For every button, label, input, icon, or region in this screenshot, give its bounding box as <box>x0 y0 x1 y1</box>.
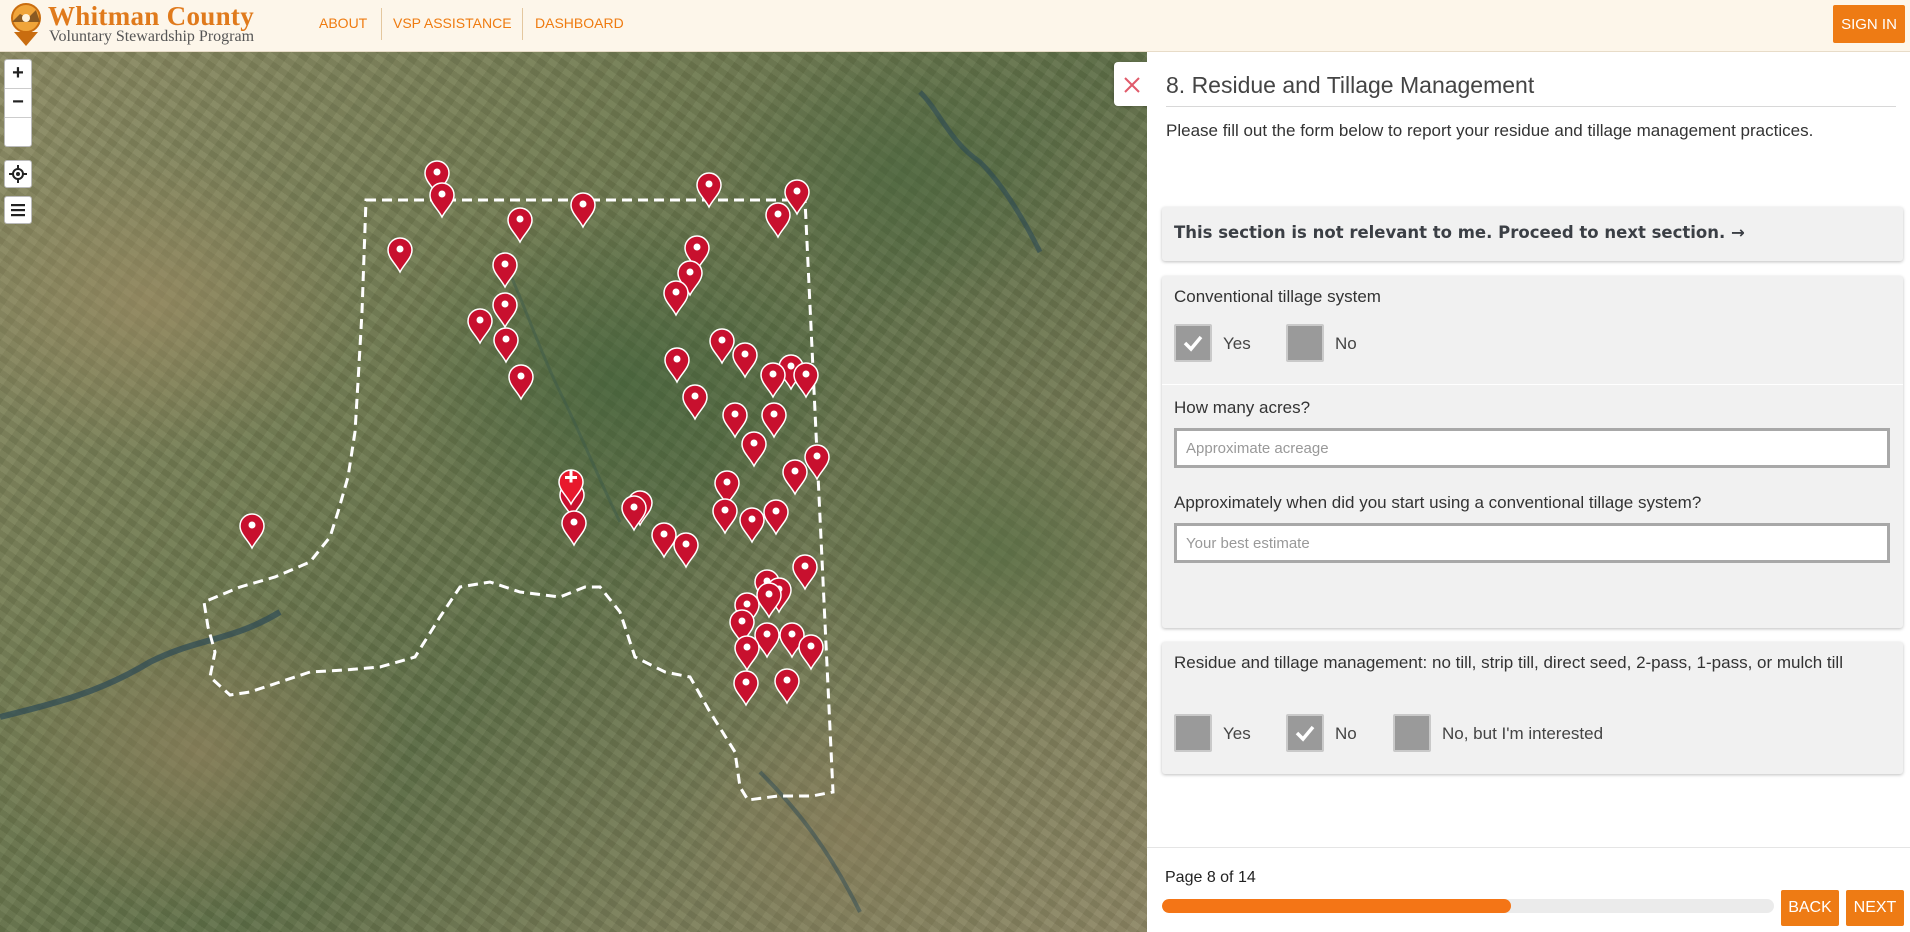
close-icon <box>1124 77 1140 93</box>
nav-divider <box>381 8 382 40</box>
q3-label: Approximately when did you start using a… <box>1174 493 1702 512</box>
section-title: 8. Residue and Tillage Management <box>1166 72 1535 98</box>
zoom-in-button[interactable]: + <box>5 60 31 88</box>
location-marker[interactable] <box>792 554 818 591</box>
start-date-input[interactable] <box>1174 523 1890 563</box>
locate-button[interactable] <box>4 160 32 188</box>
q1-no-label: No <box>1335 334 1357 353</box>
q4-interested-label: No, but I'm interested <box>1442 724 1604 743</box>
location-marker[interactable] <box>782 459 808 496</box>
close-panel-button[interactable] <box>1114 62 1148 106</box>
location-marker[interactable] <box>739 507 765 544</box>
location-marker[interactable] <box>761 402 787 439</box>
q4-no-checkbox[interactable] <box>1286 714 1324 752</box>
location-marker[interactable] <box>239 513 265 550</box>
location-marker[interactable] <box>507 207 533 244</box>
nav-dashboard[interactable]: DASHBOARD <box>535 15 624 31</box>
residue-question-card: Residue and tillage management: no till,… <box>1162 642 1903 774</box>
location-marker[interactable] <box>651 522 677 559</box>
q1-yes-label: Yes <box>1223 334 1251 353</box>
location-marker[interactable] <box>722 402 748 439</box>
map-view[interactable]: + − <box>0 52 1147 932</box>
checkmark-icon <box>1183 335 1203 352</box>
tillage-question-card: Conventional tillage system Yes No How m… <box>1162 276 1903 628</box>
county-logo[interactable] <box>6 2 46 48</box>
location-marker[interactable] <box>682 384 708 421</box>
location-marker[interactable] <box>732 342 758 379</box>
location-marker[interactable] <box>712 498 738 535</box>
location-marker[interactable] <box>763 499 789 536</box>
progress-fill <box>1162 899 1512 913</box>
river-line <box>758 770 862 913</box>
q4-interested-checkbox[interactable] <box>1393 714 1431 752</box>
brand-subtitle[interactable]: Voluntary Stewardship Program <box>49 28 254 46</box>
location-marker[interactable] <box>804 444 830 481</box>
zoom-spacer <box>5 118 31 146</box>
location-marker[interactable] <box>760 362 786 399</box>
location-marker[interactable] <box>664 347 690 384</box>
q4-yes-label: Yes <box>1223 724 1251 743</box>
location-marker[interactable] <box>561 510 587 547</box>
q4-yes-checkbox[interactable] <box>1174 714 1212 752</box>
location-marker[interactable] <box>387 237 413 274</box>
location-marker[interactable] <box>663 280 689 317</box>
hamburger-icon <box>11 204 25 217</box>
q1-label: Conventional tillage system <box>1174 287 1381 306</box>
location-marker[interactable] <box>733 670 759 707</box>
back-button[interactable]: BACK <box>1781 890 1839 926</box>
layers-menu-button[interactable] <box>4 196 32 224</box>
acreage-input[interactable] <box>1174 428 1890 468</box>
title-divider <box>1166 106 1896 107</box>
progress-bar <box>1162 899 1774 913</box>
survey-panel: 8. Residue and Tillage Management Please… <box>1147 52 1910 932</box>
q1-yes-checkbox[interactable] <box>1174 324 1212 362</box>
location-marker[interactable] <box>570 192 596 229</box>
nav-about[interactable]: ABOUT <box>319 15 367 31</box>
map-overlay <box>0 90 1043 913</box>
top-header: Whitman County Voluntary Stewardship Pro… <box>0 0 1910 52</box>
q1-no-checkbox[interactable] <box>1286 324 1324 362</box>
skip-section-button[interactable]: This section is not relevant to me. Proc… <box>1162 207 1903 261</box>
sign-in-button[interactable]: SIGN IN <box>1833 5 1905 43</box>
location-marker[interactable] <box>696 172 722 209</box>
river-line <box>0 609 282 720</box>
checkmark-icon <box>1295 725 1315 742</box>
q4-no-label: No <box>1335 724 1357 743</box>
skip-section-label: This section is not relevant to me. Proc… <box>1174 223 1745 242</box>
page-indicator: Page 8 of 14 <box>1165 869 1256 886</box>
locate-icon <box>9 165 27 183</box>
next-button[interactable]: NEXT <box>1846 890 1904 926</box>
location-marker[interactable] <box>798 634 824 671</box>
location-marker[interactable] <box>765 202 791 239</box>
card-divider <box>1162 384 1903 385</box>
zoom-out-button[interactable]: − <box>5 89 31 117</box>
location-marker[interactable] <box>734 635 760 672</box>
location-marker[interactable] <box>429 182 455 219</box>
q4-label: Residue and tillage management: no till,… <box>1174 653 1843 672</box>
location-marker[interactable] <box>621 495 647 532</box>
location-marker[interactable] <box>741 431 767 468</box>
location-marker[interactable] <box>756 582 782 619</box>
footer-divider <box>1147 847 1910 848</box>
nav-divider <box>522 8 523 40</box>
location-marker[interactable] <box>774 668 800 705</box>
nav-vsp-assistance[interactable]: VSP ASSISTANCE <box>393 15 512 31</box>
location-marker[interactable] <box>709 328 735 365</box>
location-marker[interactable] <box>493 327 519 364</box>
zoom-control: + − <box>4 59 32 147</box>
river-line <box>918 90 1043 254</box>
location-marker[interactable] <box>508 364 534 401</box>
location-marker[interactable] <box>492 292 518 329</box>
location-marker[interactable] <box>673 532 699 569</box>
q2-label: How many acres? <box>1174 398 1311 417</box>
location-marker[interactable] <box>467 308 493 345</box>
section-intro: Please fill out the form below to report… <box>1166 121 1814 140</box>
